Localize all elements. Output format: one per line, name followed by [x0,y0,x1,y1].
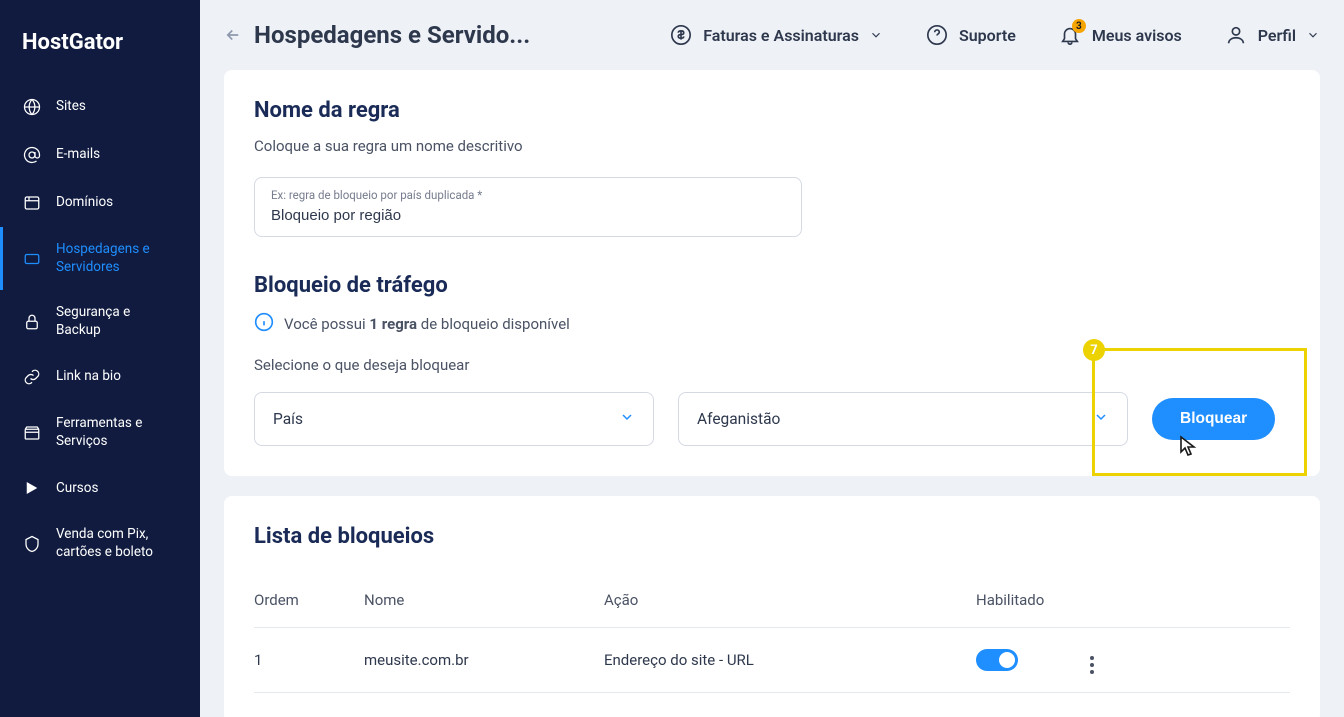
block-type-value: País [273,410,303,428]
block-type-select[interactable]: País [254,392,654,446]
nav-support-label: Suporte [959,26,1016,45]
row-menu-button[interactable] [1090,656,1094,674]
info-suffix: de bloqueio disponível [417,315,570,333]
cell-acao: Endereço do site - URL [604,651,976,669]
sidebar: HostGator Sites E-mails Domínios Hospeda… [0,0,200,717]
sidebar-item-tools[interactable]: Ferramentas e Serviços [0,401,200,464]
sidebar-item-domains[interactable]: Domínios [0,179,200,227]
sidebar-item-sites[interactable]: Sites [0,83,200,131]
info-icon [254,312,274,336]
cell-nome: meusite.com.br [364,651,604,669]
rule-name-input[interactable] [271,207,785,224]
lock-icon [22,312,42,332]
chevron-down-icon [1093,409,1109,429]
rule-name-field-label: Ex: regra de bloqueio por país duplicada… [271,188,785,202]
shield-icon [22,534,42,554]
nav-profile[interactable]: Perfil [1224,23,1320,47]
sidebar-item-linkbio[interactable]: Link na bio [0,353,200,401]
rule-name-title: Nome da regra [254,98,1290,123]
sidebar-item-courses[interactable]: Cursos [0,464,200,512]
rule-card: Nome da regra Coloque a sua regra um nom… [224,70,1320,476]
user-icon [1224,23,1248,47]
back-button[interactable] [224,26,242,44]
chevron-down-icon [1306,28,1320,42]
col-habilitado: Habilitado [976,591,1054,609]
tools-icon [22,423,42,443]
info-prefix: Você possui [284,315,369,333]
brand-logo: HostGator [0,0,200,83]
sidebar-item-label: Venda com Pix, cartões e boleto [56,526,178,561]
sidebar-item-label: Domínios [56,194,113,212]
block-value-select[interactable]: Afeganistão [678,392,1128,446]
server-icon [22,249,42,269]
block-value-value: Afeganistão [697,410,780,428]
table-row: 1 meusite.com.br Endereço do site - URL [254,628,1290,693]
at-icon [22,145,42,165]
block-button[interactable]: Bloquear [1152,398,1275,440]
sidebar-item-sales[interactable]: Venda com Pix, cartões e boleto [0,512,200,575]
col-nome: Nome [364,591,604,609]
info-bold: 1 regra [369,315,417,333]
nav-profile-label: Perfil [1258,26,1296,45]
chevron-down-icon [869,28,883,42]
dollar-icon [669,23,693,47]
sidebar-item-label: E-mails [56,146,100,164]
globe-icon [22,97,42,117]
select-prompt: Selecione o que deseja bloquear [254,356,1290,374]
sidebar-item-label: Link na bio [56,368,121,386]
sidebar-item-label: Hospedagens e Servidores [56,241,178,276]
sidebar-item-emails[interactable]: E-mails [0,131,200,179]
table-header: Ordem Nome Ação Habilitado [254,573,1290,628]
nav-notices[interactable]: 3 Meus avisos [1058,23,1182,47]
page-title-text: Hospedagens e Servido... [254,21,530,49]
chevron-down-icon [619,409,635,429]
nav-invoices[interactable]: Faturas e Assinaturas [669,23,883,47]
nav-notices-label: Meus avisos [1092,26,1182,45]
cell-ordem: 1 [254,651,364,669]
sidebar-item-label: Sites [56,98,86,116]
nav-support[interactable]: Suporte [925,23,1016,47]
notification-badge: 3 [1072,19,1086,33]
sidebar-item-label: Cursos [56,480,98,498]
sidebar-item-label: Ferramentas e Serviços [56,415,178,450]
play-icon [22,478,42,498]
rule-name-subtitle: Coloque a sua regra um nome descritivo [254,137,1290,155]
enabled-toggle[interactable] [976,649,1018,671]
traffic-info-row: Você possui 1 regra de bloqueio disponív… [254,312,1290,336]
block-list-card: Lista de bloqueios Ordem Nome Ação Habil… [224,496,1320,717]
sidebar-item-hosting[interactable]: Hospedagens e Servidores [0,227,200,290]
bell-icon: 3 [1058,23,1082,47]
traffic-block-title: Bloqueio de tráfego [254,273,1290,298]
help-icon [925,23,949,47]
domain-icon [22,193,42,213]
rule-name-field[interactable]: Ex: regra de bloqueio por país duplicada… [254,177,802,237]
sidebar-item-security[interactable]: Segurança e Backup [0,290,200,353]
sidebar-item-label: Segurança e Backup [56,304,178,339]
topbar: Hospedagens e Servido... Faturas e Assin… [200,0,1344,70]
col-ordem: Ordem [254,591,364,609]
col-acao: Ação [604,591,976,609]
link-icon [22,367,42,387]
nav-invoices-label: Faturas e Assinaturas [703,26,859,45]
block-list-title: Lista de bloqueios [254,524,1290,549]
